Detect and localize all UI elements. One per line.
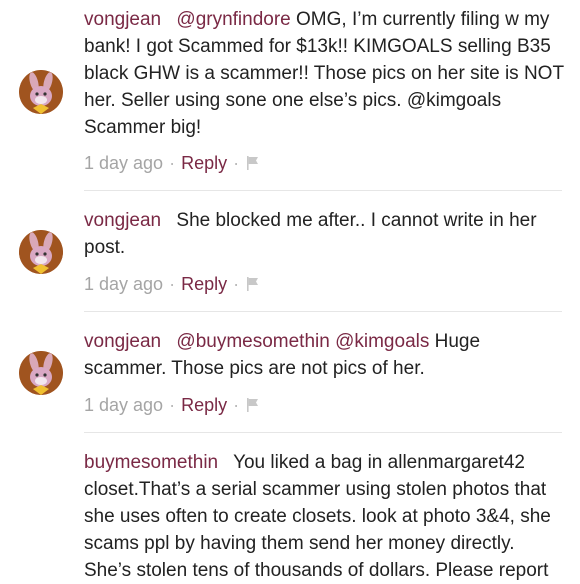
comment-divider bbox=[84, 190, 562, 191]
comment-divider bbox=[84, 311, 562, 312]
separator: · bbox=[169, 273, 176, 294]
comment-body: vongjean She blocked me after.. I cannot… bbox=[84, 207, 566, 261]
comment-username[interactable]: vongjean bbox=[84, 331, 161, 352]
comment-timestamp: 1 day ago bbox=[84, 152, 164, 173]
bunny-avatar-icon bbox=[19, 230, 63, 274]
separator: · bbox=[233, 394, 240, 415]
comment-meta: 1 day ago · Reply · bbox=[84, 272, 261, 296]
comment-mention[interactable]: @buymesomethin @kimgoals bbox=[176, 331, 434, 352]
separator: · bbox=[233, 152, 240, 173]
user-avatar[interactable] bbox=[19, 230, 63, 274]
comment-mention[interactable]: @grynfindore bbox=[176, 9, 296, 30]
comment-body: vongjean @buymesomethin @kimgoals Huge s… bbox=[84, 328, 566, 382]
reply-link[interactable]: Reply bbox=[181, 395, 227, 416]
comment-username[interactable]: buymesomethin bbox=[84, 452, 218, 473]
comment-timestamp: 1 day ago bbox=[84, 273, 164, 294]
comment-meta: 1 day ago · Reply · bbox=[84, 393, 261, 417]
bunny-avatar-icon bbox=[19, 70, 63, 114]
flag-icon[interactable] bbox=[245, 276, 261, 292]
comment-username[interactable]: vongjean bbox=[84, 210, 161, 231]
reply-link[interactable]: Reply bbox=[181, 153, 227, 174]
comment-meta: 1 day ago · Reply · bbox=[84, 151, 261, 175]
user-avatar[interactable] bbox=[19, 351, 63, 395]
comment-body: vongjean @grynfindore OMG, I’m currently… bbox=[84, 6, 566, 141]
separator: · bbox=[169, 394, 176, 415]
separator: · bbox=[169, 152, 176, 173]
comment-username[interactable]: vongjean bbox=[84, 9, 161, 30]
separator: · bbox=[233, 273, 240, 294]
comment-body: buymesomethin You liked a bag in allenma… bbox=[84, 449, 566, 584]
reply-link[interactable]: Reply bbox=[181, 274, 227, 295]
comment-divider bbox=[84, 432, 562, 433]
user-avatar[interactable] bbox=[19, 70, 63, 114]
comment-timestamp: 1 day ago bbox=[84, 394, 164, 415]
bunny-avatar-icon bbox=[19, 351, 63, 395]
flag-icon[interactable] bbox=[245, 155, 261, 171]
flag-icon[interactable] bbox=[245, 397, 261, 413]
